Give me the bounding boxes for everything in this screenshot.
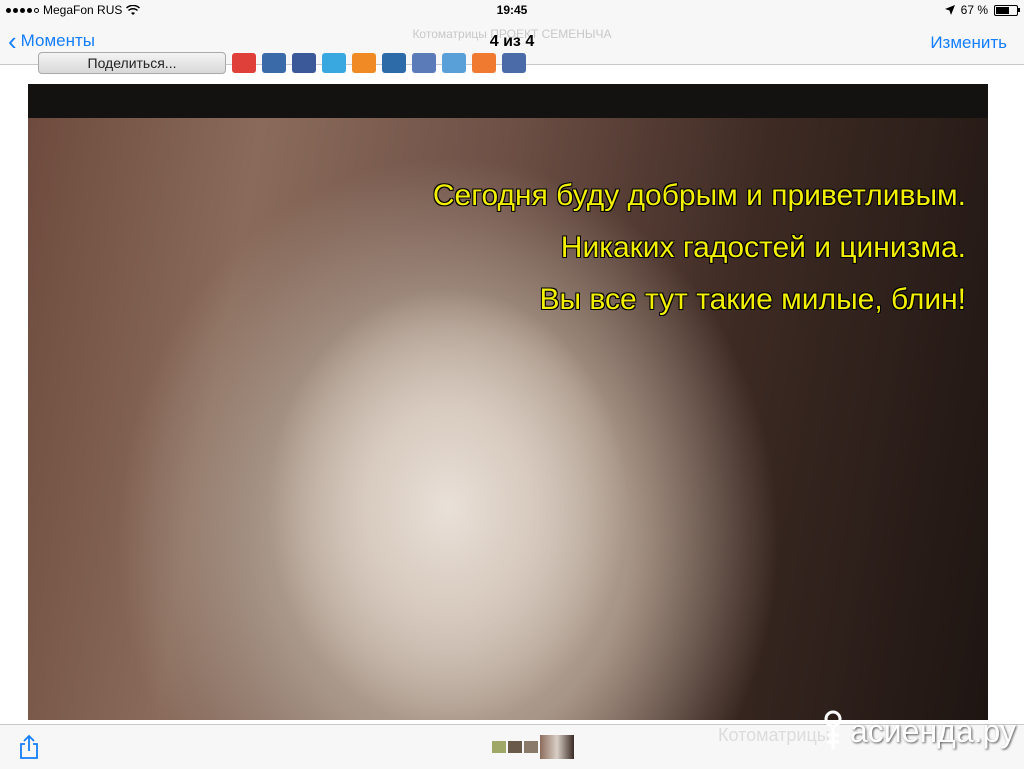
status-right: 67 %	[944, 3, 1020, 17]
caption-line-1: Сегодня буду добрым и приветливым.	[432, 179, 966, 212]
battery-icon	[994, 4, 1020, 16]
twitter-icon[interactable]	[322, 53, 346, 73]
status-bar: MegaFon RUS 19:45 67 %	[0, 0, 1024, 20]
vk-icon[interactable]	[262, 53, 286, 73]
edit-button[interactable]: Изменить	[930, 33, 1007, 53]
thumbnail-current[interactable]	[540, 735, 574, 759]
mailru-icon[interactable]	[382, 53, 406, 73]
thumbnail-3[interactable]	[524, 741, 538, 753]
share-strip: Поделиться...	[38, 52, 526, 74]
thumbnail-1[interactable]	[492, 741, 506, 753]
moimir-icon[interactable]	[442, 53, 466, 73]
photo-caption: Сегодня буду добрым и приветливым. Никак…	[433, 170, 966, 326]
facebook-icon[interactable]	[292, 53, 316, 73]
bottom-toolbar: Котоматрицы асиенда.ру	[0, 710, 1024, 769]
battery-percent: 67 %	[960, 3, 988, 17]
thumbnail-2[interactable]	[508, 741, 522, 753]
battery-fill	[996, 6, 1010, 14]
status-time: 19:45	[496, 3, 528, 17]
caption-line-2: Никаких гадостей и цинизма.	[560, 231, 966, 264]
share-all-label: Поделиться...	[87, 55, 177, 71]
location-arrow-icon	[944, 5, 955, 15]
watermark-logo-icon	[824, 710, 842, 749]
watermark-text: асиенда.ру	[850, 712, 1016, 749]
thumbnail-strip	[492, 735, 574, 759]
blogger-icon[interactable]	[472, 53, 496, 73]
caption-line-3: Вы все тут такие милые, блин!	[539, 283, 966, 316]
kitten-photo: Сегодня буду добрым и приветливым. Никак…	[28, 118, 988, 720]
photo-frame[interactable]: Сегодня буду добрым и приветливым. Никак…	[28, 84, 988, 720]
yandex-icon[interactable]	[232, 53, 256, 73]
image-watermark-text: Котоматрицы	[718, 725, 830, 745]
page-title: 4 из 4	[489, 33, 535, 50]
odnoklassniki-icon[interactable]	[352, 53, 376, 73]
site-watermark: асиенда.ру	[820, 709, 1016, 753]
more-share-icon[interactable]	[502, 53, 526, 73]
livejournal-icon[interactable]	[412, 53, 436, 73]
share-all-button[interactable]: Поделиться...	[38, 52, 226, 74]
share-icon[interactable]	[18, 734, 40, 760]
